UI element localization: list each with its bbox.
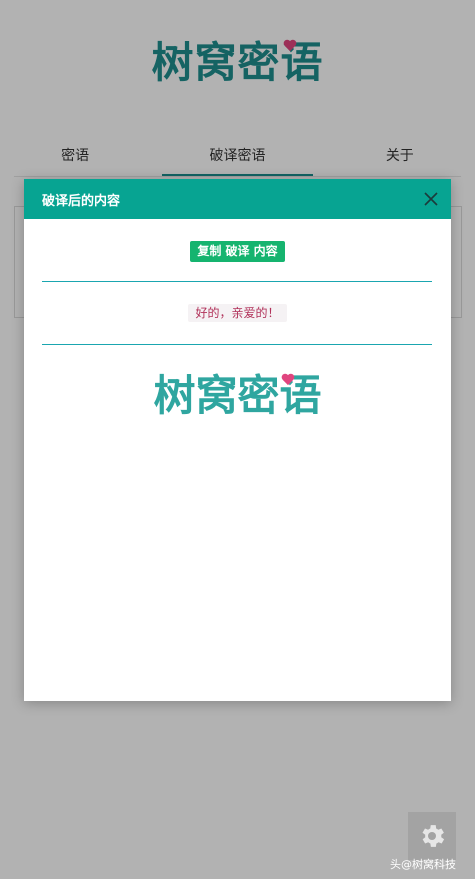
dialog-logo: 树窝密语 xyxy=(24,375,451,417)
dialog-logo-text: 树窝密语 xyxy=(153,371,322,420)
close-icon xyxy=(424,192,438,206)
divider-top xyxy=(42,281,432,282)
dialog-header: 破译后的内容 xyxy=(24,179,451,219)
watermark: 头@树窝科技 xyxy=(390,858,456,871)
divider-bottom xyxy=(42,344,432,345)
heart-icon xyxy=(281,374,295,386)
decrypted-text: 好的，亲爱的！ xyxy=(188,304,287,322)
copy-result-button[interactable]: 复制 破译 内容 xyxy=(190,241,285,262)
settings-button[interactable] xyxy=(408,812,456,860)
close-button[interactable] xyxy=(411,179,451,219)
dialog-title: 破译后的内容 xyxy=(42,193,121,209)
result-dialog: 破译后的内容 复制 破译 内容 好的，亲爱的！ 树窝密语 xyxy=(24,179,451,701)
gear-icon xyxy=(422,825,445,847)
